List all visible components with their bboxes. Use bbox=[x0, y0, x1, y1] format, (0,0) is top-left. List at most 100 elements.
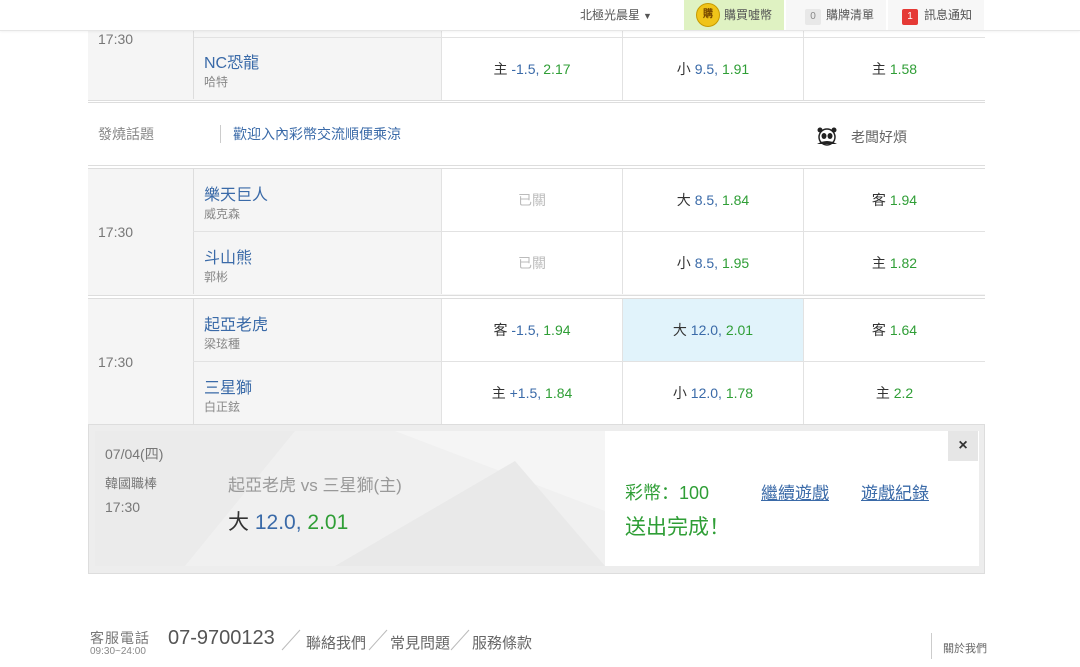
bet-summary: 07/04(四) 韓國職棒 17:30 起亞老虎 vs 三星獅(主) 大 12.… bbox=[95, 431, 605, 566]
total-odds-cell[interactable]: 小 8.5, 1.95 bbox=[622, 232, 803, 294]
buy-coins-label: 購買噓幣 bbox=[724, 8, 773, 22]
submit-success-message: 送出完成！ bbox=[625, 516, 730, 539]
team-name: NC恐龍 bbox=[204, 55, 260, 72]
game-time: 17:30 bbox=[98, 31, 134, 47]
total-odds: 1.91 bbox=[721, 61, 750, 77]
service-phone: 07-9700123 bbox=[168, 627, 275, 649]
game-group: 17:30 樂天巨人 威克森 已關 大 8.5, 1.84 客 1.94 斗山熊… bbox=[88, 168, 985, 296]
user-menu[interactable]: 北極光晨星 ▼ bbox=[580, 0, 652, 30]
panda-logo-icon bbox=[817, 127, 837, 146]
moneyline-side: 客 bbox=[871, 322, 886, 338]
bet-pick: 大 12.0, 2.01 bbox=[228, 511, 349, 534]
terms-link[interactable]: 服務條款 bbox=[472, 632, 532, 653]
team-name: 斗山熊 bbox=[204, 250, 253, 267]
chevron-down-icon: ▼ bbox=[643, 11, 652, 21]
close-icon[interactable]: × bbox=[948, 431, 978, 461]
total-side: 大 bbox=[676, 192, 691, 208]
spread-odds: 1.84 bbox=[545, 385, 573, 401]
about-us-link[interactable]: 關於我們 bbox=[943, 640, 987, 656]
bet-side: 大 bbox=[228, 511, 249, 534]
slash-divider bbox=[450, 629, 470, 651]
messages-label: 訊息通知 bbox=[924, 8, 973, 22]
total-odds-cell[interactable]: 小 12.0, 1.78 bbox=[622, 362, 803, 424]
moneyline-odds: 1.58 bbox=[889, 61, 918, 77]
hot-topic-link[interactable]: 歡迎入內彩幣交流順便乘涼 bbox=[233, 103, 401, 165]
matchup: 起亞老虎 vs 三星獅(主) bbox=[228, 476, 402, 495]
total-odds-cell-selected[interactable]: 大 12.0, 2.01 bbox=[622, 299, 803, 361]
team-name: 起亞老虎 bbox=[204, 317, 269, 334]
game-time: 17:30 bbox=[98, 224, 134, 240]
customer-service-label: 客服電話 bbox=[90, 630, 150, 646]
spread-side: 客 bbox=[493, 322, 508, 338]
bet-confirmation-body: 07/04(四) 韓國職棒 17:30 起亞老虎 vs 三星獅(主) 大 12.… bbox=[95, 431, 979, 566]
coins-amount: 彩幣：100 bbox=[625, 483, 710, 503]
moneyline-side: 客 bbox=[871, 192, 886, 208]
buy-coins-button[interactable]: 購 購買噓幣 bbox=[684, 0, 784, 30]
moneyline-odds-cell[interactable]: 客 1.64 bbox=[803, 299, 985, 361]
league-name: 韓國職棒 bbox=[105, 476, 158, 491]
moneyline-odds-cell[interactable]: 客 1.94 bbox=[803, 169, 985, 231]
faq-link[interactable]: 常見問題 bbox=[390, 632, 450, 653]
spread-line: -1.5 bbox=[511, 322, 536, 338]
game-history-link[interactable]: 遊戲紀錄 bbox=[861, 479, 929, 504]
moneyline-odds: 1.64 bbox=[889, 322, 918, 338]
game-time: 17:30 bbox=[98, 354, 134, 370]
spread-side: 主 bbox=[491, 385, 506, 401]
pitcher-name: 哈特 bbox=[204, 75, 229, 89]
moneyline-side: 主 bbox=[875, 385, 890, 401]
total-line: 8.5 bbox=[694, 192, 715, 208]
closed-label: 已關 bbox=[518, 192, 546, 208]
moneyline-odds: 1.94 bbox=[889, 192, 918, 208]
coin-icon: 購 bbox=[696, 3, 720, 27]
spread-odds-cell[interactable]: 主 +1.5, 1.84 bbox=[441, 362, 622, 424]
continue-game-link[interactable]: 繼續遊戲 bbox=[761, 479, 829, 504]
moneyline-odds-cell[interactable]: 主 1.58 bbox=[803, 38, 985, 100]
owner-name: 老闆好煩 bbox=[851, 129, 907, 145]
user-label: 北極光晨星 bbox=[580, 8, 641, 22]
closed-label: 已關 bbox=[518, 255, 546, 271]
service-hours: 09:30~24:00 bbox=[90, 646, 146, 657]
team-cell: 三星獅 白正鉉 bbox=[193, 362, 441, 424]
team-name: 樂天巨人 bbox=[204, 187, 269, 204]
pitcher-name: 威克森 bbox=[204, 207, 241, 221]
pitcher-name: 白正鉉 bbox=[204, 400, 241, 414]
spread-odds: 2.17 bbox=[543, 61, 571, 77]
decorative-background bbox=[95, 431, 605, 566]
slash-divider bbox=[281, 629, 301, 651]
bet-odds: 2.01 bbox=[307, 511, 349, 534]
bet-confirmation-panel: 07/04(四) 韓國職棒 17:30 起亞老虎 vs 三星獅(主) 大 12.… bbox=[88, 424, 985, 574]
total-side: 小 bbox=[672, 385, 687, 401]
total-line: 9.5 bbox=[694, 61, 715, 77]
bet-line: 12.0 bbox=[254, 511, 296, 534]
spread-odds-cell[interactable]: 主 -1.5, 2.17 bbox=[441, 38, 622, 100]
game-date: 07/04(四) bbox=[105, 446, 164, 462]
messages-button[interactable]: 1 訊息通知 bbox=[888, 0, 984, 30]
total-odds-cell[interactable]: 大 8.5, 1.84 bbox=[622, 169, 803, 231]
moneyline-odds-cell[interactable]: 主 2.2 bbox=[803, 362, 985, 424]
footer: 客服電話 09:30~24:00 07-9700123 聯絡我們 常見問題 服務… bbox=[88, 625, 988, 665]
cart-button[interactable]: 0 購牌清單 bbox=[786, 0, 886, 30]
top-bar: 北極光晨星 ▼ 購 購買噓幣 0 購牌清單 1 訊息通知 bbox=[0, 0, 1080, 31]
spread-line: -1.5 bbox=[511, 61, 536, 77]
spread-odds-cell: 已關 bbox=[441, 232, 622, 294]
hot-topic-row: 發燒話題 歡迎入內彩幣交流順便乘涼 老闆好煩 bbox=[88, 102, 985, 166]
total-side: 小 bbox=[676, 255, 691, 271]
spread-odds-cell: 已關 bbox=[441, 169, 622, 231]
total-line: 8.5 bbox=[694, 255, 715, 271]
team-cell: 斗山熊 郭彬 bbox=[193, 232, 441, 294]
cart-count-badge: 0 bbox=[805, 9, 821, 25]
moneyline-odds: 2.2 bbox=[893, 385, 914, 401]
total-odds: 1.95 bbox=[721, 255, 750, 271]
team-cell: 樂天巨人 威克森 bbox=[193, 169, 441, 231]
moneyline-odds-cell[interactable]: 主 1.82 bbox=[803, 232, 985, 294]
spread-odds: 1.94 bbox=[543, 322, 571, 338]
team-cell: 起亞老虎 梁玹種 bbox=[193, 299, 441, 361]
moneyline-odds: 1.82 bbox=[889, 255, 918, 271]
contact-us-link[interactable]: 聯絡我們 bbox=[306, 632, 366, 653]
total-side: 小 bbox=[676, 61, 691, 77]
divider bbox=[931, 633, 932, 659]
total-odds: 2.01 bbox=[725, 322, 754, 338]
total-odds-cell[interactable]: 小 9.5, 1.91 bbox=[622, 38, 803, 100]
spread-odds-cell[interactable]: 客 -1.5, 1.94 bbox=[441, 299, 622, 361]
hot-topic-label: 發燒話題 bbox=[98, 126, 154, 142]
